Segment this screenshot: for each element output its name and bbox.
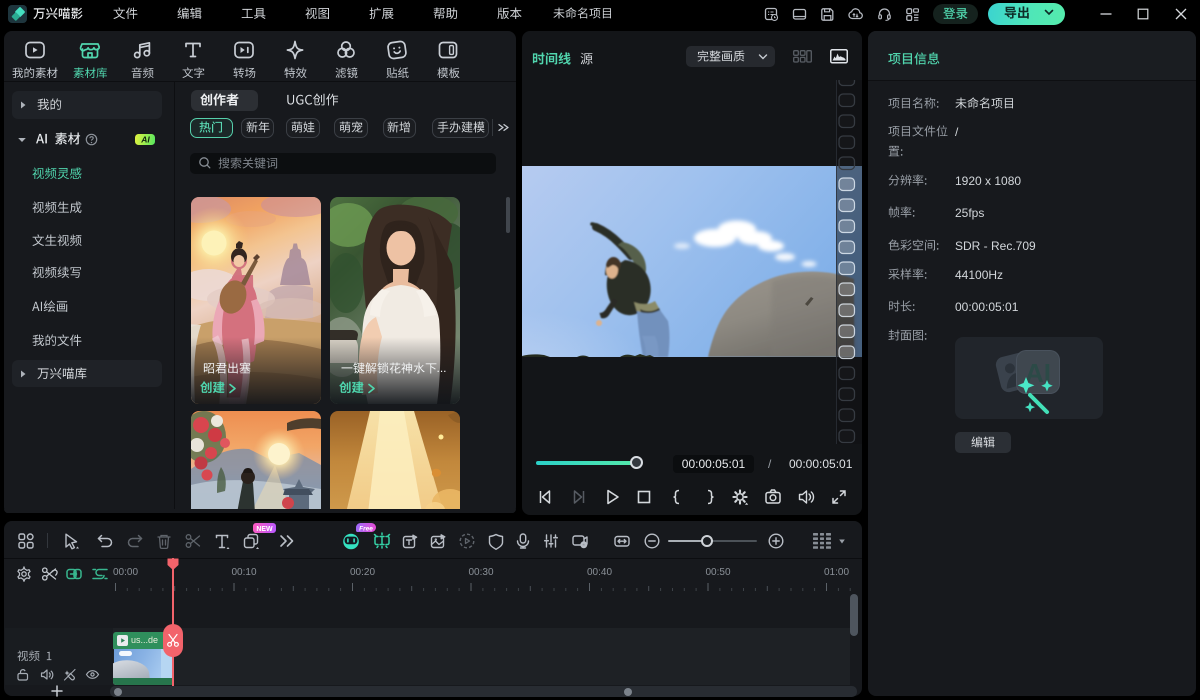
- svg-text:NEW: NEW: [256, 525, 273, 532]
- svg-text:Free: Free: [359, 525, 373, 532]
- svg-text:AI: AI: [140, 134, 150, 144]
